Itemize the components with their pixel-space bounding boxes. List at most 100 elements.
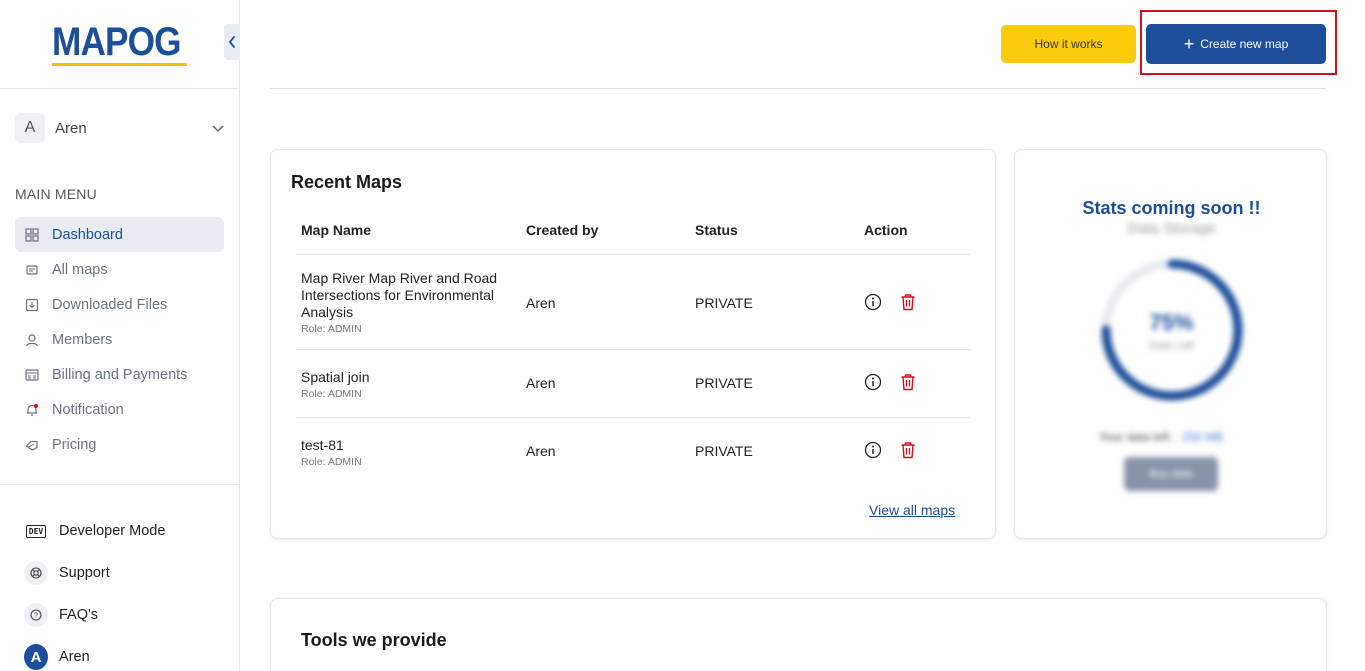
- table-row[interactable]: Map River Map River and Road Intersectio…: [296, 254, 971, 349]
- view-all-maps-link[interactable]: View all maps: [869, 502, 955, 518]
- map-name-cell: Spatial join Role: ADMIN: [301, 369, 506, 400]
- table-row[interactable]: test-81 Role: ADMIN Aren PRIVATE: [296, 417, 971, 485]
- sidebar: MAPOG A Aren MAIN MENU Dashboard All map…: [0, 0, 240, 671]
- dev-badge: DEV: [25, 524, 47, 538]
- column-header: Status: [695, 222, 738, 238]
- sidebar-item-label: Pricing: [52, 436, 97, 453]
- created-by: Aren: [526, 375, 556, 391]
- gauge-percent: 75%: [1149, 310, 1194, 335]
- main-menu-title: MAIN MENU: [15, 186, 97, 202]
- tools-card: Tools we provide: [270, 598, 1327, 671]
- developer-mode-item[interactable]: DEV Developer Mode: [24, 510, 224, 552]
- support-item[interactable]: Support: [24, 552, 224, 594]
- sidebar-item-label: Members: [52, 331, 113, 348]
- recent-maps-title: Recent Maps: [291, 172, 403, 192]
- profile-avatar-wrap: A: [24, 644, 48, 670]
- download-icon: [25, 298, 39, 312]
- faq-label: FAQ's: [59, 607, 99, 623]
- header-divider: [270, 88, 1326, 89]
- recent-maps-card: Recent Maps Map Name Created by Status A…: [270, 149, 996, 539]
- map-role: Role: ADMIN: [301, 323, 362, 335]
- support-icon: [24, 561, 48, 585]
- avatar: A: [24, 644, 48, 670]
- user-switcher[interactable]: A Aren: [15, 112, 225, 144]
- created-by: Aren: [526, 443, 556, 459]
- dev-icon: DEV: [24, 519, 48, 543]
- delete-icon[interactable]: [900, 293, 916, 311]
- billing-icon: [25, 368, 39, 382]
- info-icon[interactable]: [864, 293, 882, 311]
- row-actions: [864, 293, 916, 311]
- status: PRIVATE: [695, 295, 753, 311]
- map-name[interactable]: Spatial join: [301, 369, 506, 386]
- map-icon: [25, 263, 39, 277]
- tag-icon: [25, 438, 39, 452]
- sidebar-item-label: Notification: [52, 401, 124, 418]
- map-name[interactable]: Map River Map River and Road Intersectio…: [301, 270, 506, 321]
- column-header: Map Name: [301, 222, 372, 238]
- sidebar-item-pricing[interactable]: Pricing: [15, 427, 224, 462]
- sidebar-item-dashboard[interactable]: Dashboard: [15, 217, 224, 252]
- info-icon[interactable]: [864, 441, 882, 459]
- mapog-logo[interactable]: MAPOG: [52, 22, 187, 66]
- sidebar-item-label: Downloaded Files: [52, 296, 168, 313]
- stats-card: Stats coming soon !! Data Storage 75% Da…: [1014, 149, 1327, 539]
- chevron-left-icon: [228, 36, 235, 48]
- sidebar-item-downloaded-files[interactable]: Downloaded Files: [15, 287, 224, 322]
- delete-icon[interactable]: [900, 441, 916, 459]
- main-menu: Dashboard All maps Downloaded Files Memb…: [15, 217, 224, 462]
- svg-text:?: ?: [34, 613, 38, 620]
- chevron-down-icon: [212, 125, 224, 133]
- sidebar-item-label: Dashboard: [52, 226, 123, 243]
- map-name-cell: Map River Map River and Road Intersectio…: [301, 270, 506, 335]
- tools-title: Tools we provide: [301, 630, 447, 650]
- user-name: Aren: [55, 119, 87, 137]
- sidebar-item-all-maps[interactable]: All maps: [15, 252, 224, 287]
- data-left-label: Your data left :: [1099, 430, 1176, 444]
- user-icon: [25, 333, 39, 347]
- status: PRIVATE: [695, 443, 753, 459]
- map-role: Role: ADMIN: [301, 388, 362, 400]
- row-actions: [864, 373, 916, 391]
- data-storage-label: Data Storage: [1127, 220, 1216, 237]
- sidebar-item-billing[interactable]: Billing and Payments: [15, 357, 224, 392]
- faq-item[interactable]: ? FAQ's: [24, 594, 224, 636]
- app-root: MAPOG A Aren MAIN MENU Dashboard All map…: [0, 0, 1365, 671]
- developer-mode-label: Developer Mode: [59, 523, 166, 539]
- sidebar-item-label: Billing and Payments: [52, 366, 188, 383]
- collapse-sidebar-button[interactable]: [224, 24, 240, 60]
- status: PRIVATE: [695, 375, 753, 391]
- gauge-sub-label: Data Left: [1149, 340, 1194, 352]
- grid-icon: [25, 227, 39, 242]
- bell-icon: [25, 403, 39, 417]
- create-new-map-label: Create new map: [1200, 37, 1289, 51]
- sidebar-item-notification[interactable]: Notification: [15, 392, 224, 427]
- column-header: Action: [864, 222, 908, 238]
- profile-item[interactable]: A Aren: [24, 636, 224, 671]
- stats-title: Stats coming soon !!: [1082, 198, 1261, 218]
- buy-data-button[interactable]: Buy data: [1124, 457, 1218, 491]
- create-new-map-button[interactable]: + Create new map: [1146, 24, 1326, 64]
- logo-text: MAPOG: [52, 20, 181, 64]
- avatar: A: [15, 113, 45, 143]
- map-name[interactable]: test-81: [301, 437, 506, 454]
- data-left-text: Your data left : 250 MB: [1099, 430, 1223, 444]
- delete-icon[interactable]: [900, 373, 916, 391]
- sidebar-divider: [0, 484, 240, 485]
- column-header: Created by: [526, 222, 599, 238]
- how-it-works-button[interactable]: How it works: [1001, 25, 1136, 63]
- table-row[interactable]: Spatial join Role: ADMIN Aren PRIVATE: [296, 349, 971, 417]
- data-left-value: 250 MB: [1181, 430, 1224, 444]
- info-icon[interactable]: [864, 373, 882, 391]
- table-header: Map Name Created by Status Action: [301, 222, 971, 242]
- help-icon: ?: [24, 603, 48, 627]
- bottom-menu: DEV Developer Mode Support ? FAQ's A Are…: [24, 510, 224, 671]
- created-by: Aren: [526, 295, 556, 311]
- map-role: Role: ADMIN: [301, 456, 362, 468]
- map-name-cell: test-81 Role: ADMIN: [301, 437, 506, 468]
- row-actions: [864, 441, 916, 459]
- support-label: Support: [59, 565, 110, 581]
- logo-underline: [52, 63, 187, 66]
- sidebar-divider: [0, 88, 240, 89]
- sidebar-item-members[interactable]: Members: [15, 322, 224, 357]
